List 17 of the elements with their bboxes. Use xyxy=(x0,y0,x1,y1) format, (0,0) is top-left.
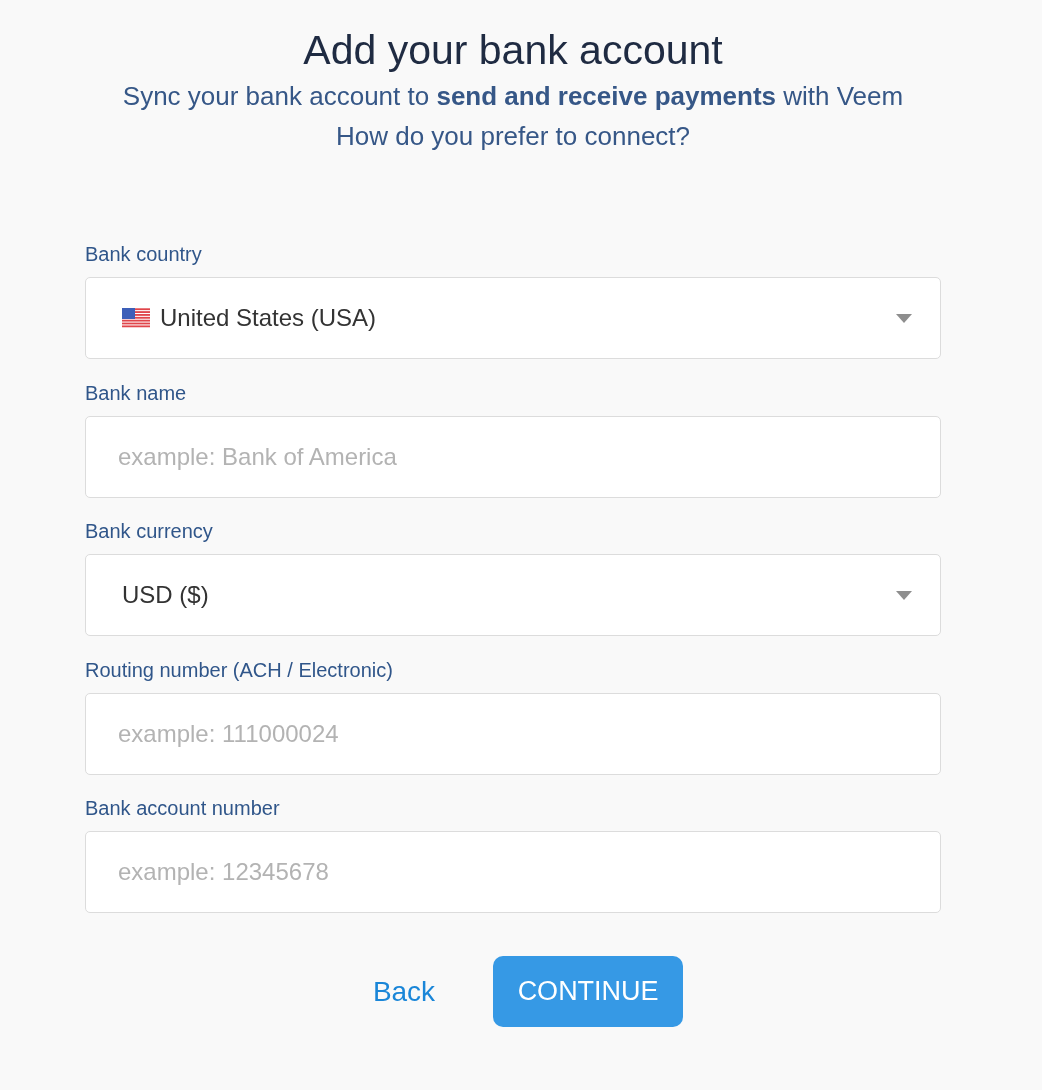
country-select[interactable]: United States (USA) xyxy=(85,277,941,359)
caret-icon xyxy=(896,313,912,323)
field-label: Bank account number xyxy=(85,796,281,821)
caret-icon xyxy=(896,590,912,600)
page-title: Add your bank account xyxy=(303,26,723,75)
field-label: Bank country xyxy=(85,242,203,267)
field-label: Bank name xyxy=(85,380,188,406)
back-link[interactable]: Back xyxy=(372,975,436,1008)
input-field[interactable]: example: 111000024 xyxy=(85,692,941,775)
subtitle-text: Sync your bank account to send and receive payments with Veem xyxy=(122,80,904,113)
field-label: Bank currency xyxy=(85,519,214,544)
question-text: How do you prefer to connect? xyxy=(335,120,691,153)
input-field[interactable]: example: 12345678 xyxy=(85,831,941,913)
field-label: Routing number (ACH / Electronic) xyxy=(85,657,394,683)
currency-select[interactable]: USD ($) xyxy=(85,554,941,636)
input-field[interactable]: example: Bank of America xyxy=(85,415,941,498)
flag-icon xyxy=(122,308,150,328)
